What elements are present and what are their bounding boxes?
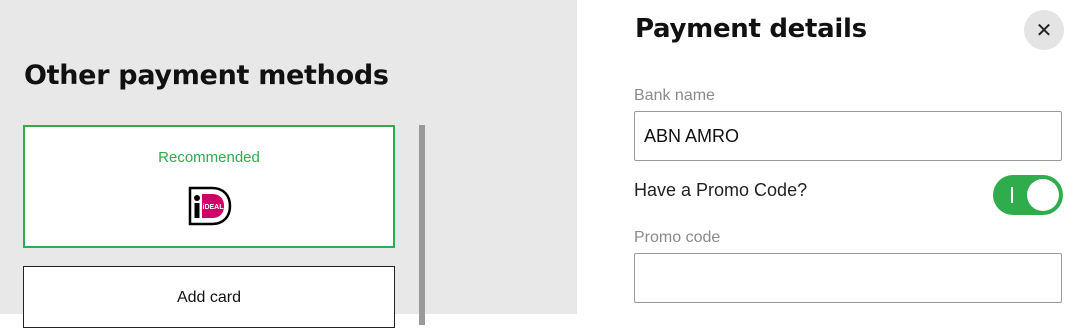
bank-name-label: Bank name xyxy=(634,87,715,104)
ideal-payment-option[interactable]: Recommended iDEAL xyxy=(23,125,395,248)
payment-details-title: Payment details xyxy=(635,14,867,44)
promo-code-label: Promo code xyxy=(634,229,721,246)
recommended-badge: Recommended xyxy=(158,149,260,166)
promo-code-question: Have a Promo Code? xyxy=(634,180,808,200)
toggle-knob xyxy=(1027,179,1059,211)
ideal-logo-icon: iDEAL xyxy=(188,186,232,226)
other-payment-methods-pane: Other payment methods Recommended iDEAL … xyxy=(0,0,577,328)
toggle-on-mark xyxy=(1011,187,1013,203)
payment-details-panel: Payment details ✕ Bank name Have a Promo… xyxy=(577,0,1075,314)
close-button[interactable]: ✕ xyxy=(1024,10,1064,50)
bank-name-field[interactable] xyxy=(634,111,1062,161)
add-card-label: Add card xyxy=(176,289,242,306)
close-icon: ✕ xyxy=(1035,19,1053,42)
promo-code-toggle[interactable] xyxy=(993,175,1063,215)
other-payment-methods-title: Other payment methods xyxy=(24,60,389,91)
promo-code-field[interactable] xyxy=(634,253,1062,303)
left-pane-scrollbar[interactable] xyxy=(419,125,425,325)
ideal-logo-text: iDEAL xyxy=(203,204,225,211)
add-card-button[interactable]: Add card xyxy=(23,266,395,328)
